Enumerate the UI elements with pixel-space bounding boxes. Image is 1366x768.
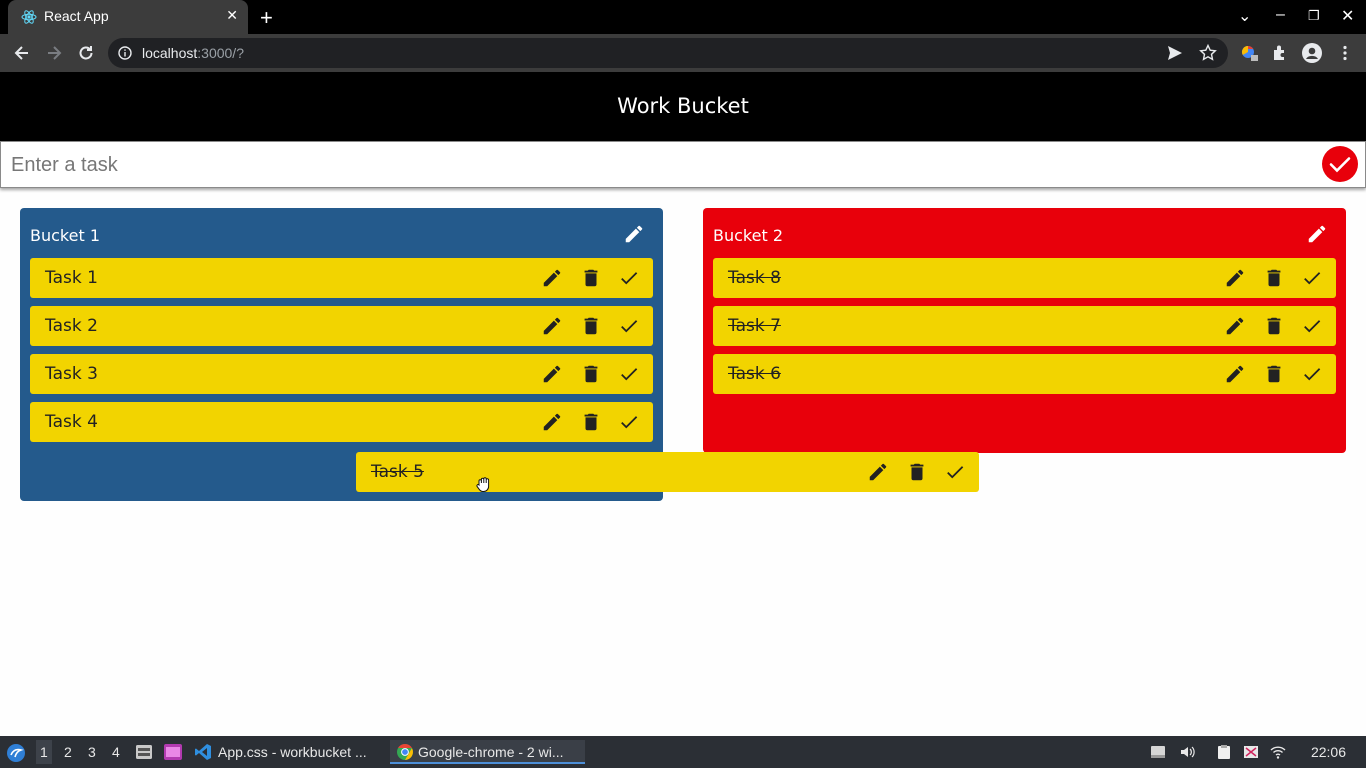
bucket-2[interactable]: Bucket 2 Task 8 Task 7 Task 6 [703, 208, 1346, 453]
url-path: :3000/? [197, 45, 244, 61]
edit-task-icon[interactable] [1224, 267, 1246, 289]
extension-color-icon[interactable] [1241, 44, 1259, 62]
workspace-1[interactable]: 1 [36, 740, 52, 764]
complete-task-icon[interactable] [618, 267, 640, 289]
reload-icon[interactable] [76, 43, 96, 63]
complete-task-icon[interactable] [618, 411, 640, 433]
task-label: Task 7 [728, 316, 781, 336]
delete-task-icon[interactable] [580, 315, 602, 337]
workspace-3[interactable]: 3 [88, 744, 96, 760]
browser-menu-icon[interactable] [1336, 44, 1354, 62]
new-tab-icon[interactable]: + [260, 5, 273, 31]
site-info-icon[interactable] [118, 46, 132, 60]
complete-task-icon[interactable] [618, 363, 640, 385]
wifi-icon[interactable] [1270, 744, 1286, 760]
tab-title: React App [44, 8, 109, 24]
dragging-task-item[interactable]: Task 5 [356, 452, 979, 492]
task-input[interactable] [11, 150, 1311, 180]
task-label: Task 5 [371, 462, 424, 482]
tab-search-icon[interactable]: ⌄ [1238, 6, 1251, 26]
url-text: localhost:3000/? [142, 45, 244, 61]
delete-task-icon[interactable] [580, 363, 602, 385]
url-host: localhost [142, 45, 198, 61]
task-item[interactable]: Task 1 [30, 258, 653, 298]
edit-task-icon[interactable] [1224, 363, 1246, 385]
task-label: Task 3 [45, 364, 98, 384]
edit-task-icon[interactable] [541, 363, 563, 385]
task-input-bar [0, 141, 1366, 188]
task-label: Task 4 [45, 412, 98, 432]
edit-task-icon[interactable] [867, 461, 889, 483]
task-label: Task 6 [728, 364, 781, 384]
app-header: Work Bucket [0, 72, 1366, 141]
taskbar-app-chrome[interactable]: Google-chrome - 2 wi... [390, 740, 585, 764]
task-item[interactable]: Task 3 [30, 354, 653, 394]
task-item[interactable]: Task 4 [30, 402, 653, 442]
task-label: Task 2 [45, 316, 98, 336]
browser-toolbar: localhost:3000/? [0, 34, 1366, 72]
delete-task-icon[interactable] [1263, 315, 1285, 337]
taskbar-app-label: App.css - workbucket ... [218, 744, 367, 760]
delete-task-icon[interactable] [580, 411, 602, 433]
volume-icon[interactable] [1179, 744, 1195, 760]
tab-close-icon[interactable]: ✕ [226, 8, 238, 24]
check-icon [1329, 157, 1351, 173]
task-label: Task 8 [728, 268, 781, 288]
address-bar[interactable]: localhost:3000/? [108, 38, 1228, 68]
edit-task-icon[interactable] [541, 315, 563, 337]
bookmark-star-icon[interactable] [1199, 44, 1217, 62]
edit-bucket-icon[interactable] [1306, 223, 1328, 245]
media-player-icon[interactable] [163, 743, 183, 761]
edit-task-icon[interactable] [541, 267, 563, 289]
send-icon[interactable] [1166, 44, 1184, 62]
back-icon[interactable] [12, 43, 32, 63]
delete-task-icon[interactable] [906, 461, 928, 483]
forward-icon[interactable] [44, 43, 64, 63]
taskbar-app-label: Google-chrome - 2 wi... [418, 744, 564, 760]
task-item[interactable]: Task 2 [30, 306, 653, 346]
chrome-icon [397, 744, 413, 760]
task-item[interactable]: Task 6 [713, 354, 1336, 394]
minimize-icon[interactable]: ‒ [1276, 6, 1285, 24]
complete-task-icon[interactable] [944, 461, 966, 483]
clipboard-icon[interactable] [1216, 744, 1232, 760]
os-taskbar: 1 2 3 4 App.css - workbucket ... Google-… [0, 736, 1366, 768]
start-menu-icon[interactable] [6, 743, 26, 763]
delete-task-icon[interactable] [1263, 267, 1285, 289]
task-label: Task 1 [45, 268, 98, 288]
complete-task-icon[interactable] [1301, 315, 1323, 337]
profile-avatar-icon[interactable] [1302, 43, 1322, 63]
vscode-icon [195, 744, 211, 760]
react-icon [21, 10, 37, 24]
browser-tab[interactable]: React App ✕ [8, 0, 248, 34]
edit-task-icon[interactable] [541, 411, 563, 433]
bucket-title: Bucket 1 [30, 226, 100, 245]
complete-task-icon[interactable] [618, 315, 640, 337]
app-title: Work Bucket [617, 94, 749, 118]
workspace-4[interactable]: 4 [112, 744, 120, 760]
grab-cursor-icon [476, 477, 490, 492]
restore-icon[interactable]: ❐ [1308, 8, 1320, 24]
drive-icon[interactable] [1150, 744, 1166, 760]
window-close-icon[interactable]: ✕ [1341, 6, 1354, 26]
edit-bucket-icon[interactable] [623, 223, 645, 245]
task-item[interactable]: Task 8 [713, 258, 1336, 298]
file-manager-icon[interactable] [135, 743, 153, 761]
complete-task-icon[interactable] [1301, 267, 1323, 289]
add-task-button[interactable] [1322, 146, 1358, 182]
delete-task-icon[interactable] [580, 267, 602, 289]
task-item[interactable]: Task 7 [713, 306, 1336, 346]
browser-tabstrip: React App ✕ + ⌄ ‒ ❐ ✕ [0, 0, 1366, 34]
edit-task-icon[interactable] [1224, 315, 1246, 337]
clock: 22:06 [1310, 744, 1346, 760]
delete-task-icon[interactable] [1263, 363, 1285, 385]
complete-task-icon[interactable] [1301, 363, 1323, 385]
bucket-title: Bucket 2 [713, 226, 783, 245]
screenshot-tool-icon[interactable] [1243, 744, 1259, 760]
workspace-2[interactable]: 2 [64, 744, 72, 760]
extensions-puzzle-icon[interactable] [1271, 44, 1289, 62]
